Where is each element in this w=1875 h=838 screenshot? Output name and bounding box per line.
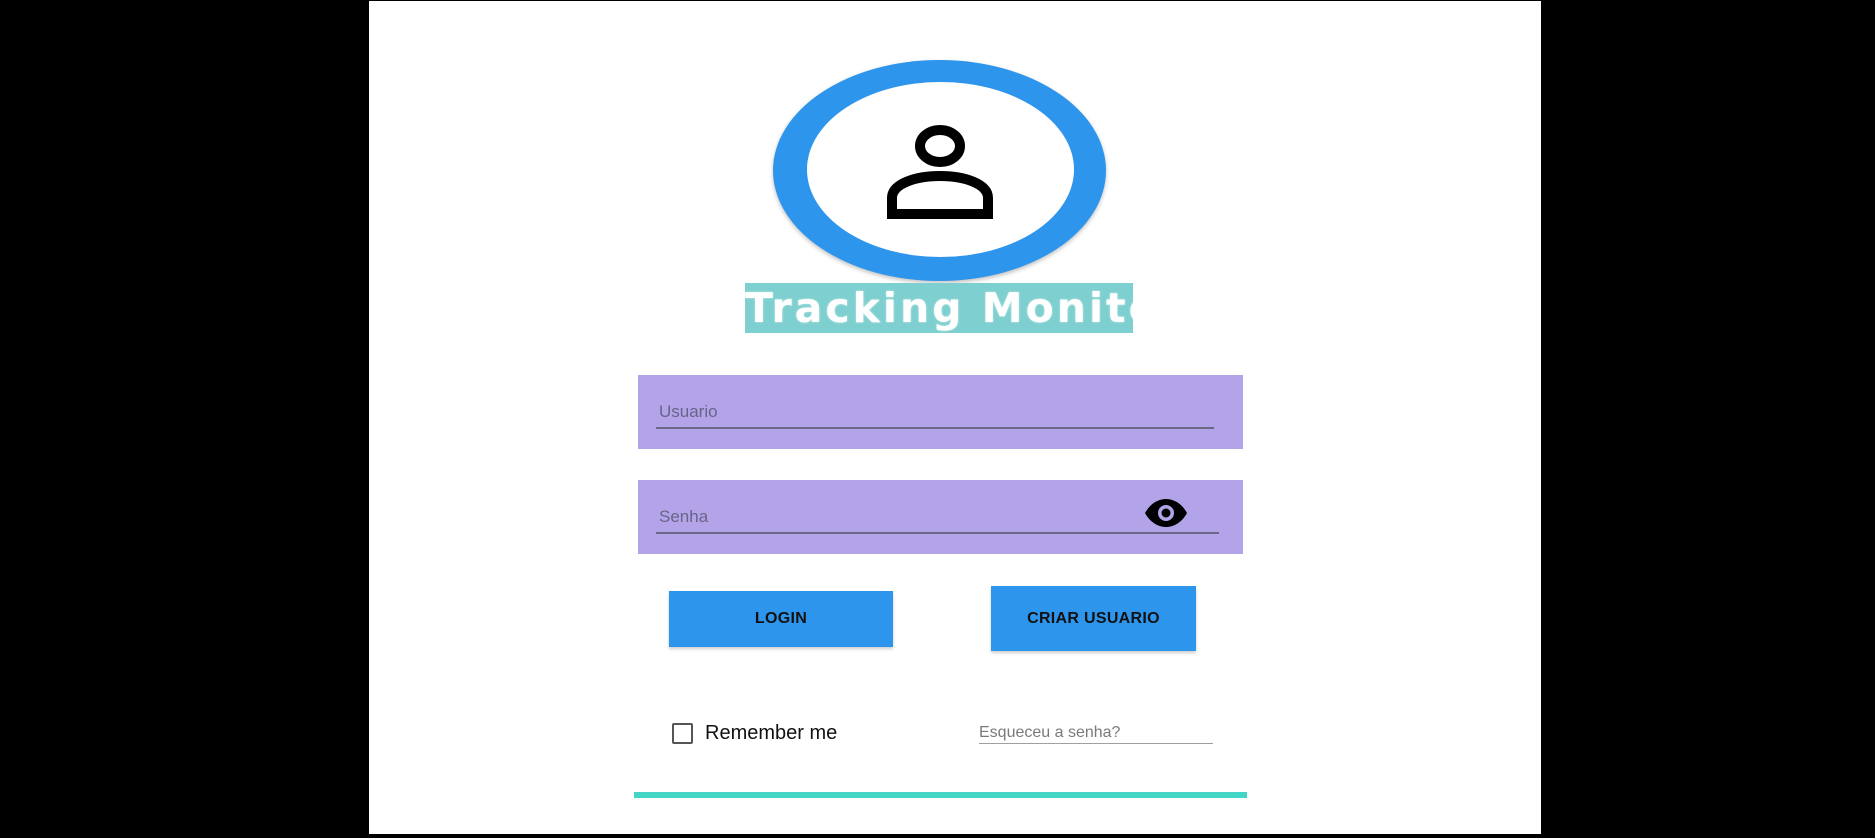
user-icon <box>887 125 993 219</box>
password-input[interactable] <box>656 502 1219 534</box>
remember-me-checkbox[interactable] <box>672 722 693 744</box>
screen: Tracking Monitor LOGIN CRIAR USUARIO Rem… <box>0 0 1875 838</box>
app-title: Tracking Monitor <box>745 283 1133 333</box>
forgot-password-link[interactable]: Esqueceu a senha? <box>979 724 1213 744</box>
eye-icon <box>1145 499 1187 527</box>
create-user-button[interactable]: CRIAR USUARIO <box>991 586 1196 651</box>
remember-me-option[interactable]: Remember me <box>672 719 837 747</box>
username-field <box>638 375 1243 449</box>
login-button[interactable]: LOGIN <box>669 591 893 647</box>
username-input[interactable] <box>656 397 1214 429</box>
remember-me-label: Remember me <box>705 721 838 744</box>
login-screen: Tracking Monitor LOGIN CRIAR USUARIO Rem… <box>369 1 1541 834</box>
avatar <box>773 60 1106 281</box>
password-field <box>638 480 1243 554</box>
password-visibility-toggle[interactable] <box>1144 498 1188 528</box>
avatar-background <box>807 82 1074 257</box>
accent-divider <box>634 792 1247 798</box>
